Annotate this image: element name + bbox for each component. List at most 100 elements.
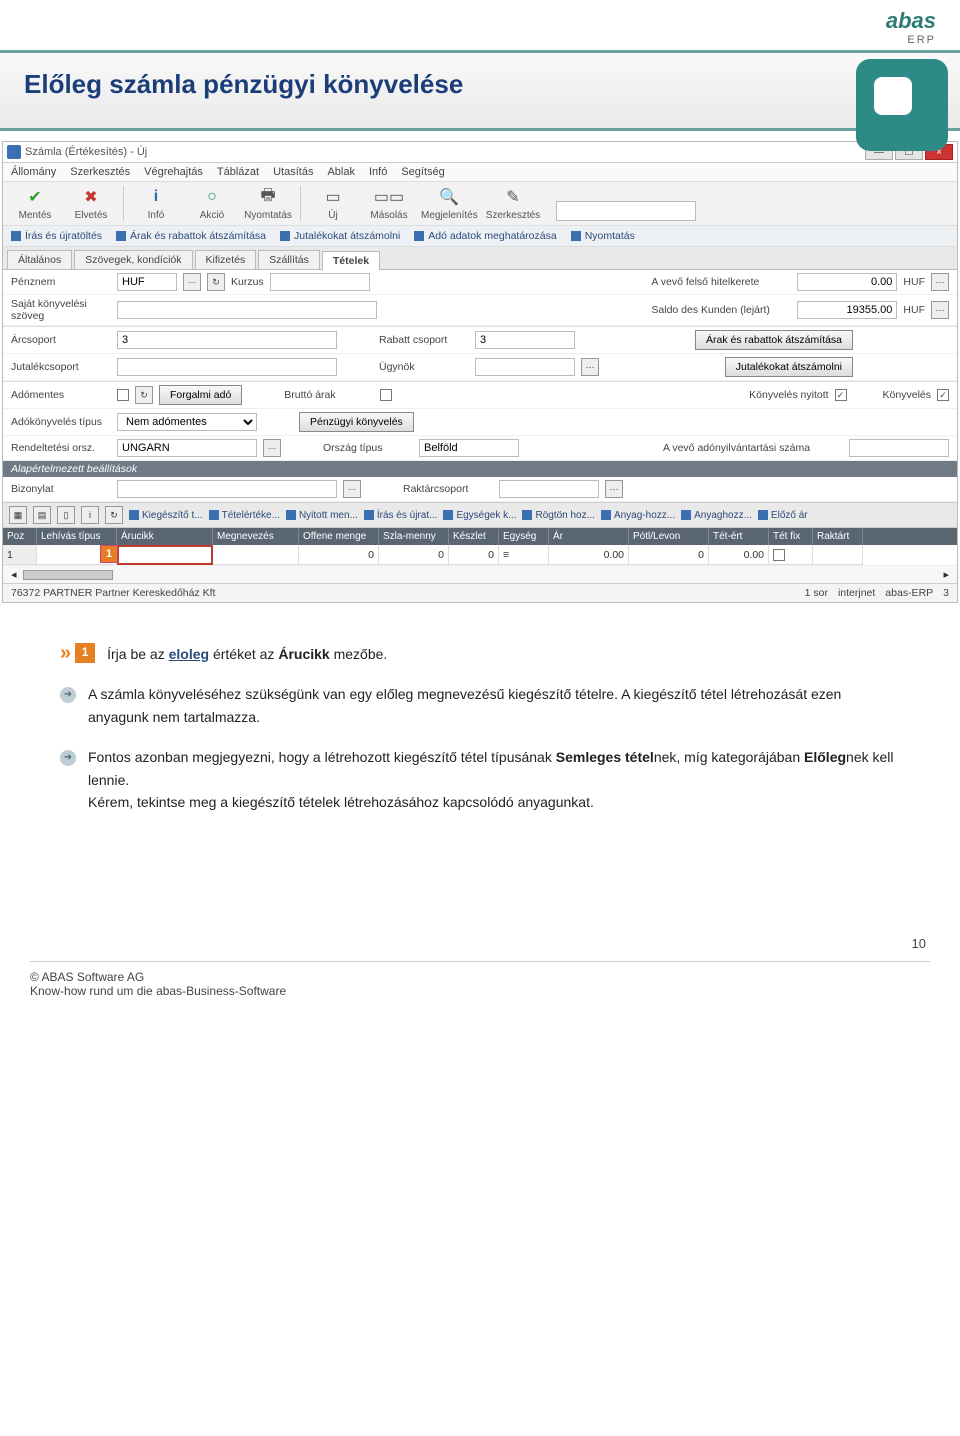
lookup-icon[interactable]: ⋯ (931, 273, 949, 291)
strip-2[interactable]: Tételértéke... (209, 510, 280, 521)
col-lehivas[interactable]: Lehívás típus (37, 528, 117, 545)
menu-vegrehajtas[interactable]: Végrehajtás (144, 166, 203, 178)
chip-arak[interactable]: Árak és rabattok átszámítása (116, 230, 266, 242)
tab-szallitas[interactable]: Szállítás (258, 250, 320, 269)
menu-allomany[interactable]: Állomány (11, 166, 56, 178)
cell-szla[interactable]: 0 (379, 545, 449, 565)
tab-szovegek[interactable]: Szövegek, kondíciók (74, 250, 192, 269)
strip-6[interactable]: Rögtön hoz... (522, 510, 594, 521)
input-penznem[interactable] (117, 273, 177, 291)
lookup-icon[interactable]: ⋯ (581, 358, 599, 376)
strip-4[interactable]: Írás és újrat... (364, 510, 438, 521)
input-sajat[interactable] (117, 301, 377, 319)
input-ugynok[interactable] (475, 358, 575, 376)
lookup-icon[interactable]: ⋯ (343, 480, 361, 498)
btn-forgalmi[interactable]: Forgalmi adó (159, 385, 242, 405)
col-tetert[interactable]: Tét-ért (709, 528, 769, 545)
menu-tablazat[interactable]: Táblázat (217, 166, 259, 178)
grid-tool-d[interactable]: i (81, 506, 99, 524)
col-tetfix[interactable]: Tét fix (769, 528, 813, 545)
tab-altalanos[interactable]: Általános (7, 250, 72, 269)
tab-tetelek[interactable]: Tételek (322, 251, 380, 270)
menu-ablak[interactable]: Ablak (327, 166, 355, 178)
tool-copy[interactable]: ▭▭Másolás (365, 186, 413, 221)
input-hitelkeret[interactable] (797, 273, 897, 291)
cell-raktar[interactable] (813, 545, 863, 565)
input-adonyil[interactable] (849, 439, 949, 457)
refresh-icon[interactable]: ↻ (135, 386, 153, 404)
chk-kony-nyitott[interactable]: ✓ (835, 389, 847, 401)
cell-potl[interactable]: 0 (629, 545, 709, 565)
chip-jutalek[interactable]: Jutalékokat átszámolni (280, 230, 400, 242)
chk-adomentes[interactable] (117, 389, 129, 401)
tab-kifizetes[interactable]: Kifizetés (195, 250, 257, 269)
cell-tetfix[interactable] (769, 545, 813, 565)
lookup-icon[interactable]: ⋯ (263, 439, 281, 457)
input-saldo[interactable] (797, 301, 897, 319)
cell-keszlet[interactable]: 0 (449, 545, 499, 565)
btn-penzugyi[interactable]: Pénzügyi könyvelés (299, 412, 414, 432)
input-orszag[interactable] (419, 439, 519, 457)
chip-iras[interactable]: Írás és újratöltés (11, 230, 102, 242)
strip-8[interactable]: Anyaghozz... (681, 510, 752, 521)
col-egyseg[interactable]: Egység (499, 528, 549, 545)
chip-nyomtatas[interactable]: Nyomtatás (571, 230, 635, 242)
btn-jutalek-atszamolni[interactable]: Jutalékokat átszámolni (725, 357, 853, 377)
chip-ado[interactable]: Adó adatok meghatározása (414, 230, 556, 242)
input-bizonylat[interactable] (117, 480, 337, 498)
select-adokony[interactable]: Nem adómentes (117, 413, 257, 431)
menu-info[interactable]: Infó (369, 166, 387, 178)
cell-arucikk[interactable] (117, 545, 213, 565)
col-offene[interactable]: Offene menge (299, 528, 379, 545)
col-poz[interactable]: Poz (3, 528, 37, 545)
tool-display[interactable]: 🔍Megjelenítés (421, 186, 478, 221)
strip-3[interactable]: Nyitott men... (286, 510, 358, 521)
chk-brutto[interactable] (380, 389, 392, 401)
grid-tool-e[interactable]: ↻ (105, 506, 123, 524)
col-potl[interactable]: Pótl/Levon (629, 528, 709, 545)
col-szla[interactable]: Szla-menny (379, 528, 449, 545)
tool-info[interactable]: iInfó (132, 186, 180, 221)
grid-tool-b[interactable]: ▤ (33, 506, 51, 524)
cell-megnevezes[interactable] (213, 545, 299, 565)
strip-9[interactable]: Előző ár (758, 510, 808, 521)
menu-segitseg[interactable]: Segítség (401, 166, 444, 178)
menu-utasitas[interactable]: Utasítás (273, 166, 313, 178)
strip-1[interactable]: Kiegészítő t... (129, 510, 203, 521)
strip-7[interactable]: Anyag-hozz... (601, 510, 675, 521)
tool-edit[interactable]: ✎Szerkesztés (486, 186, 540, 221)
tool-discard[interactable]: ✖Elvetés (67, 186, 115, 221)
cell-egyseg[interactable]: ≡ (499, 545, 549, 565)
input-rendelt[interactable] (117, 439, 257, 457)
tool-print[interactable]: 🖶Nyomtatás (244, 186, 292, 221)
tool-action[interactable]: ○Akció (188, 186, 236, 221)
cell-lehivas[interactable]: 1 (37, 545, 117, 565)
strip-5[interactable]: Egységek k... (443, 510, 516, 521)
col-raktar[interactable]: Raktárt (813, 528, 863, 545)
cell-offene[interactable]: 0 (299, 545, 379, 565)
cell-ar[interactable]: 0.00 (549, 545, 629, 565)
col-arucikk[interactable]: Árucikk (117, 528, 213, 545)
lookup-icon[interactable]: ⋯ (605, 480, 623, 498)
col-ar[interactable]: Ár (549, 528, 629, 545)
lookup-icon[interactable]: ⋯ (931, 301, 949, 319)
h-scrollbar[interactable]: ◂▸ (3, 565, 957, 583)
lookup-icon[interactable]: ⋯ (183, 273, 201, 291)
input-arcsoport[interactable] (117, 331, 337, 349)
input-kurzus[interactable] (270, 273, 370, 291)
input-raktar[interactable] (499, 480, 599, 498)
input-jutalek[interactable] (117, 358, 337, 376)
grid-tool-c[interactable]: ▯ (57, 506, 75, 524)
input-rabatt[interactable] (475, 331, 575, 349)
btn-arak-atszamitasa[interactable]: Árak és rabattok átszámítása (695, 330, 853, 350)
col-megnevezes[interactable]: Megnevezés (213, 528, 299, 545)
grid-tool-a[interactable]: ▦ (9, 506, 27, 524)
refresh-icon[interactable]: ↻ (207, 273, 225, 291)
grid-row-1[interactable]: 1 1 0 0 0 ≡ 0.00 0 0.00 (3, 545, 957, 565)
cell-tetert[interactable]: 0.00 (709, 545, 769, 565)
col-keszlet[interactable]: Készlet (449, 528, 499, 545)
tool-new[interactable]: ▭Új (309, 186, 357, 221)
chk-konyveles[interactable]: ✓ (937, 389, 949, 401)
tool-save[interactable]: ✔Mentés (11, 186, 59, 221)
menu-szerkesztes[interactable]: Szerkesztés (70, 166, 130, 178)
